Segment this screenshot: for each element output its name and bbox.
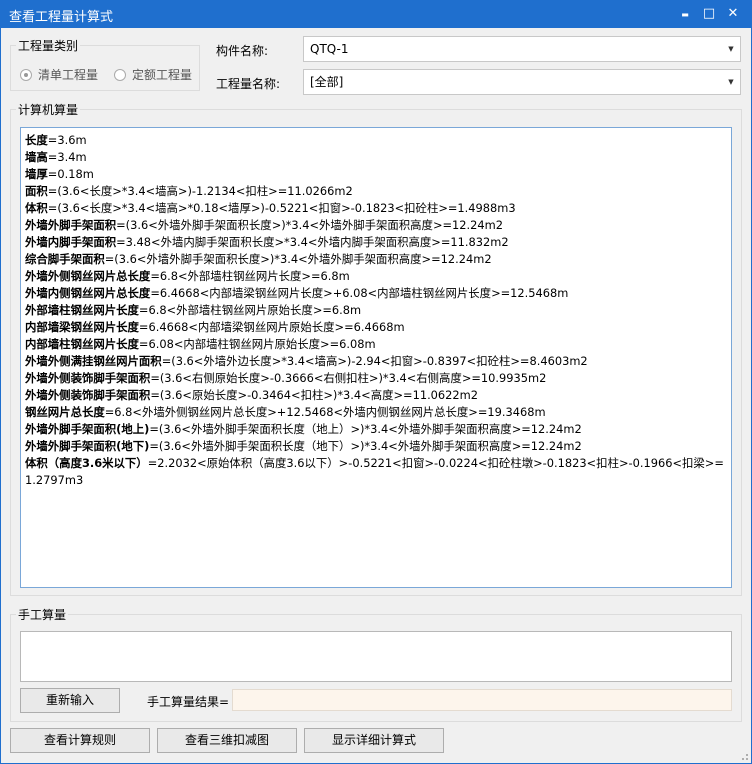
calc-line: 外墙外侧装饰脚手架面积=(3.6<右侧原始长度>-0.3666<右侧扣柱>)*3… [25,370,727,387]
calc-line: 体积=(3.6<长度>*3.4<墙高>*0.18<墙厚>)-0.5221<扣窗>… [25,200,727,217]
quantity-select[interactable]: [全部] ▼ [303,69,741,95]
view-calc-rules-button[interactable]: 查看计算规则 [10,728,150,753]
calc-line: 外墙外侧装饰脚手架面积=(3.6<原始长度>-0.3464<扣柱>)*3.4<高… [25,387,727,404]
restore-icon: □ [702,6,716,21]
calc-line: 内部墙柱钢丝网片长度=6.08<内部墙柱钢丝网片原始长度>=6.08m [25,336,727,353]
calc-line: 面积=(3.6<长度>*3.4<墙高>)-1.2134<扣柱>=11.0266m… [25,183,727,200]
calc-line-expr: =(3.6<长度>*3.4<墙高>*0.18<墙厚>)-0.5221<扣窗>-0… [47,201,516,215]
calc-line: 外墙内侧钢丝网片总长度=6.4668<内部墙梁钢丝网片长度>+6.08<内部墙柱… [25,285,727,302]
radio-bill-quantity[interactable]: 清单工程量 [20,66,98,83]
calc-line: 长度=3.6m [25,132,727,149]
calc-line-expr: =6.4668<内部墙梁钢丝网片原始长度>=6.4668m [138,320,405,334]
calc-line: 综合脚手架面积=(3.6<外墙外脚手架面积长度>)*3.4<外墙外脚手架面积高度… [25,251,727,268]
calc-line-expr: =6.4668<内部墙梁钢丝网片长度>+6.08<内部墙柱钢丝网片长度>=12.… [150,286,569,300]
radio-bill-quantity-label: 清单工程量 [38,68,99,82]
calc-line-name: 内部墙柱钢丝网片长度 [25,337,139,351]
calc-line: 外墙外脚手架面积(地下)=(3.6<外墙外脚手架面积长度（地下）>)*3.4<外… [25,438,727,455]
chevron-down-icon: ▼ [728,78,734,86]
calc-line-expr: =(3.6<原始长度>-0.3464<扣柱>)*3.4<高度>=11.0622m… [150,388,479,402]
calc-lines-container: 长度=3.6m 墙高=3.4m 墙厚=0.18m 面积=(3.6<长度>*3.4<墙高… [25,132,727,489]
calc-line-name: 钢丝网片总长度 [25,405,105,419]
calc-line-expr: =(3.6<右侧原始长度>-0.3666<右侧扣柱>)*3.4<右侧高度>=10… [150,371,547,385]
window-title: 查看工程量计算式 [9,10,114,25]
calc-line-name: 外墙外脚手架面积(地下) [25,439,150,453]
radio-unselected-icon [114,68,126,81]
calc-line-expr: =6.8<外墙外侧钢丝网片总长度>+12.5468<外墙内侧钢丝网片总长度>=1… [104,405,546,419]
component-select-value: QTQ-1 [310,42,349,56]
calc-line-name: 体积（高度3.6米以下） [25,456,148,470]
close-icon: ✕ [727,6,739,21]
radio-quota-quantity-label: 定额工程量 [132,68,193,82]
component-select[interactable]: QTQ-1 ▼ [303,36,741,62]
calc-line-expr: =6.08<内部墙柱钢丝网片原始长度>=6.08m [138,337,376,351]
close-button[interactable]: ✕ [722,3,744,25]
calc-line-name: 外墙外侧钢丝网片总长度 [25,269,151,283]
category-legend: 工程量类别 [16,37,81,54]
calc-line-name: 外墙内侧钢丝网片总长度 [25,286,151,300]
calc-line: 外墙外脚手架面积(地上)=(3.6<外墙外脚手架面积长度（地上）>)*3.4<外… [25,421,727,438]
show-detail-formula-button[interactable]: 显示详细计算式 [304,728,444,753]
calc-line-expr: =3.6m [47,133,87,147]
calc-line-name: 外墙外侧满挂钢丝网片面积 [25,354,162,368]
calc-line-name: 长度 [25,133,48,147]
calc-line-name: 面积 [25,184,48,198]
calc-line-expr: =6.8<外部墙柱钢丝网片长度>=6.8m [150,269,350,283]
calc-line-name: 墙厚 [25,167,48,181]
radio-quota-quantity[interactable]: 定额工程量 [114,66,192,83]
calc-line-name: 内部墙梁钢丝网片长度 [25,320,139,334]
calc-line-name: 外墙外侧装饰脚手架面积 [25,371,151,385]
calc-line-expr: =(3.6<外墙外脚手架面积长度（地上）>)*3.4<外墙外脚手架面积高度>=1… [149,422,582,436]
calc-line: 墙高=3.4m [25,149,727,166]
calc-line-name: 外墙外脚手架面积 [25,218,117,232]
manual-calc-input[interactable] [20,631,732,682]
radio-selected-icon [20,68,32,81]
calc-line-expr: =3.4m [47,150,87,164]
calc-line-name: 外部墙柱钢丝网片长度 [25,303,139,317]
view-3d-deduction-button[interactable]: 查看三维扣减图 [157,728,297,753]
resize-grip-icon[interactable] [739,751,749,761]
calc-line: 外墙外脚手架面积=(3.6<外墙外脚手架面积长度>)*3.4<外墙外脚手架面积高… [25,217,727,234]
calc-line-expr: =(3.6<外墙外脚手架面积长度（地下）>)*3.4<外墙外脚手架面积高度>=1… [149,439,582,453]
minimize-button[interactable]: ▬ [674,3,696,25]
component-label: 构件名称: [216,44,269,58]
title-bar: 查看工程量计算式 ▬ □ ✕ [0,0,752,28]
calc-line-expr: =(3.6<外墙外脚手架面积长度>)*3.4<外墙外脚手架面积高度>=12.24… [104,252,492,266]
quantity-label: 工程量名称: [216,77,281,91]
dialog-body: 工程量类别 清单工程量 定额工程量 构件名称: QTQ-1 ▼ 工程量名称: [… [1,28,751,763]
manual-calc-legend: 手工算量 [16,606,69,623]
calc-line: 外墙外侧满挂钢丝网片面积=(3.6<外墙外边长度>*3.4<墙高>)-2.94<… [25,353,727,370]
calc-line: 体积（高度3.6米以下）=2.2032<原始体积（高度3.6以下）>-0.522… [25,455,727,489]
calc-line-name: 外墙外侧装饰脚手架面积 [25,388,151,402]
minimize-icon: ▬ [681,10,689,19]
calc-line-expr: =(3.6<长度>*3.4<墙高>)-1.2134<扣柱>=11.0266m2 [47,184,353,198]
calc-line-expr: =(3.6<外墙外脚手架面积长度>)*3.4<外墙外脚手架面积高度>=12.24… [116,218,503,232]
manual-result-field[interactable] [232,689,732,711]
calc-line-name: 外墙外脚手架面积(地上) [25,422,150,436]
calc-line: 钢丝网片总长度=6.8<外墙外侧钢丝网片总长度>+12.5468<外墙内侧钢丝网… [25,404,727,421]
quantity-select-value: [全部] [310,75,344,89]
calc-line-name: 墙高 [25,150,48,164]
restore-button[interactable]: □ [698,3,720,25]
calc-line-expr: =0.18m [47,167,94,181]
calc-line: 外墙内脚手架面积=3.48<外墙内脚手架面积长度>*3.4<外墙内脚手架面积高度… [25,234,727,251]
calc-line-expr: =(3.6<外墙外边长度>*3.4<墙高>)-2.94<扣窗>-0.8397<扣… [161,354,588,368]
calc-line-name: 综合脚手架面积 [25,252,105,266]
calc-line-name: 外墙内脚手架面积 [25,235,117,249]
computer-calc-legend: 计算机算量 [16,101,81,118]
calc-line-name: 体积 [25,201,48,215]
calc-line: 外部墙柱钢丝网片长度=6.8<外部墙柱钢丝网片原始长度>=6.8m [25,302,727,319]
reenter-button[interactable]: 重新输入 [20,688,120,713]
calc-line: 外墙外侧钢丝网片总长度=6.8<外部墙柱钢丝网片长度>=6.8m [25,268,727,285]
calc-line-expr: =3.48<外墙内脚手架面积长度>*3.4<外墙内脚手架面积高度>=11.832… [116,235,509,249]
calc-line-expr: =6.8<外部墙柱钢丝网片原始长度>=6.8m [138,303,362,317]
manual-result-label: 手工算量结果= [147,695,230,709]
computer-calc-textarea[interactable]: 长度=3.6m 墙高=3.4m 墙厚=0.18m 面积=(3.6<长度>*3.4<墙高… [20,127,732,588]
calc-line: 墙厚=0.18m [25,166,727,183]
calc-line: 内部墙梁钢丝网片长度=6.4668<内部墙梁钢丝网片原始长度>=6.4668m [25,319,727,336]
chevron-down-icon: ▼ [728,45,734,53]
